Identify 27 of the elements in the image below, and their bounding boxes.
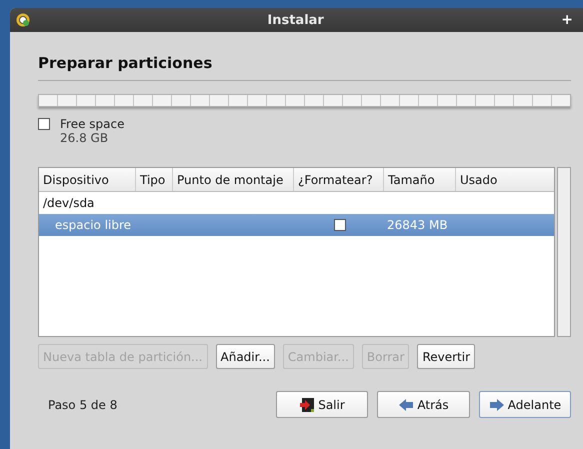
table-cell-text: /dev/sda — [42, 196, 96, 210]
right-arrow-icon — [488, 398, 505, 412]
table-cell-text: espacio libre — [54, 218, 132, 232]
column-header[interactable]: Tamaño — [383, 168, 455, 191]
left-arrow-icon — [398, 398, 414, 412]
action-button[interactable]: Revertir — [417, 344, 476, 369]
legend-size: 26.8 GB — [60, 131, 110, 145]
column-header[interactable]: Tipo — [135, 168, 172, 191]
window-title: Instalar — [266, 12, 325, 28]
legend-checkbox[interactable] — [38, 118, 50, 130]
scrollbar[interactable] — [557, 167, 571, 337]
nav-button[interactable]: Salir — [276, 391, 368, 418]
nav-button[interactable]: Adelante — [479, 391, 571, 418]
exit-icon — [299, 396, 316, 412]
step-label: Paso 5 de 8 — [47, 398, 118, 412]
page-heading: Preparar particiones — [38, 54, 571, 81]
format-checkbox[interactable] — [334, 219, 346, 231]
column-header[interactable]: Punto de montaje — [172, 168, 293, 191]
column-header[interactable]: Dispositivo — [39, 168, 135, 191]
table-cell-text: 26843 MB — [386, 218, 449, 232]
title-bar-button[interactable]: + — [561, 12, 573, 28]
column-header[interactable]: Usado — [455, 168, 554, 191]
nav-button[interactable]: Atrás — [377, 391, 470, 418]
action-button[interactable]: Añadir... — [216, 344, 275, 369]
installer-logo-icon — [16, 13, 30, 27]
legend-label: Free space — [60, 117, 124, 131]
column-header[interactable]: ¿Formatear? — [293, 168, 383, 191]
